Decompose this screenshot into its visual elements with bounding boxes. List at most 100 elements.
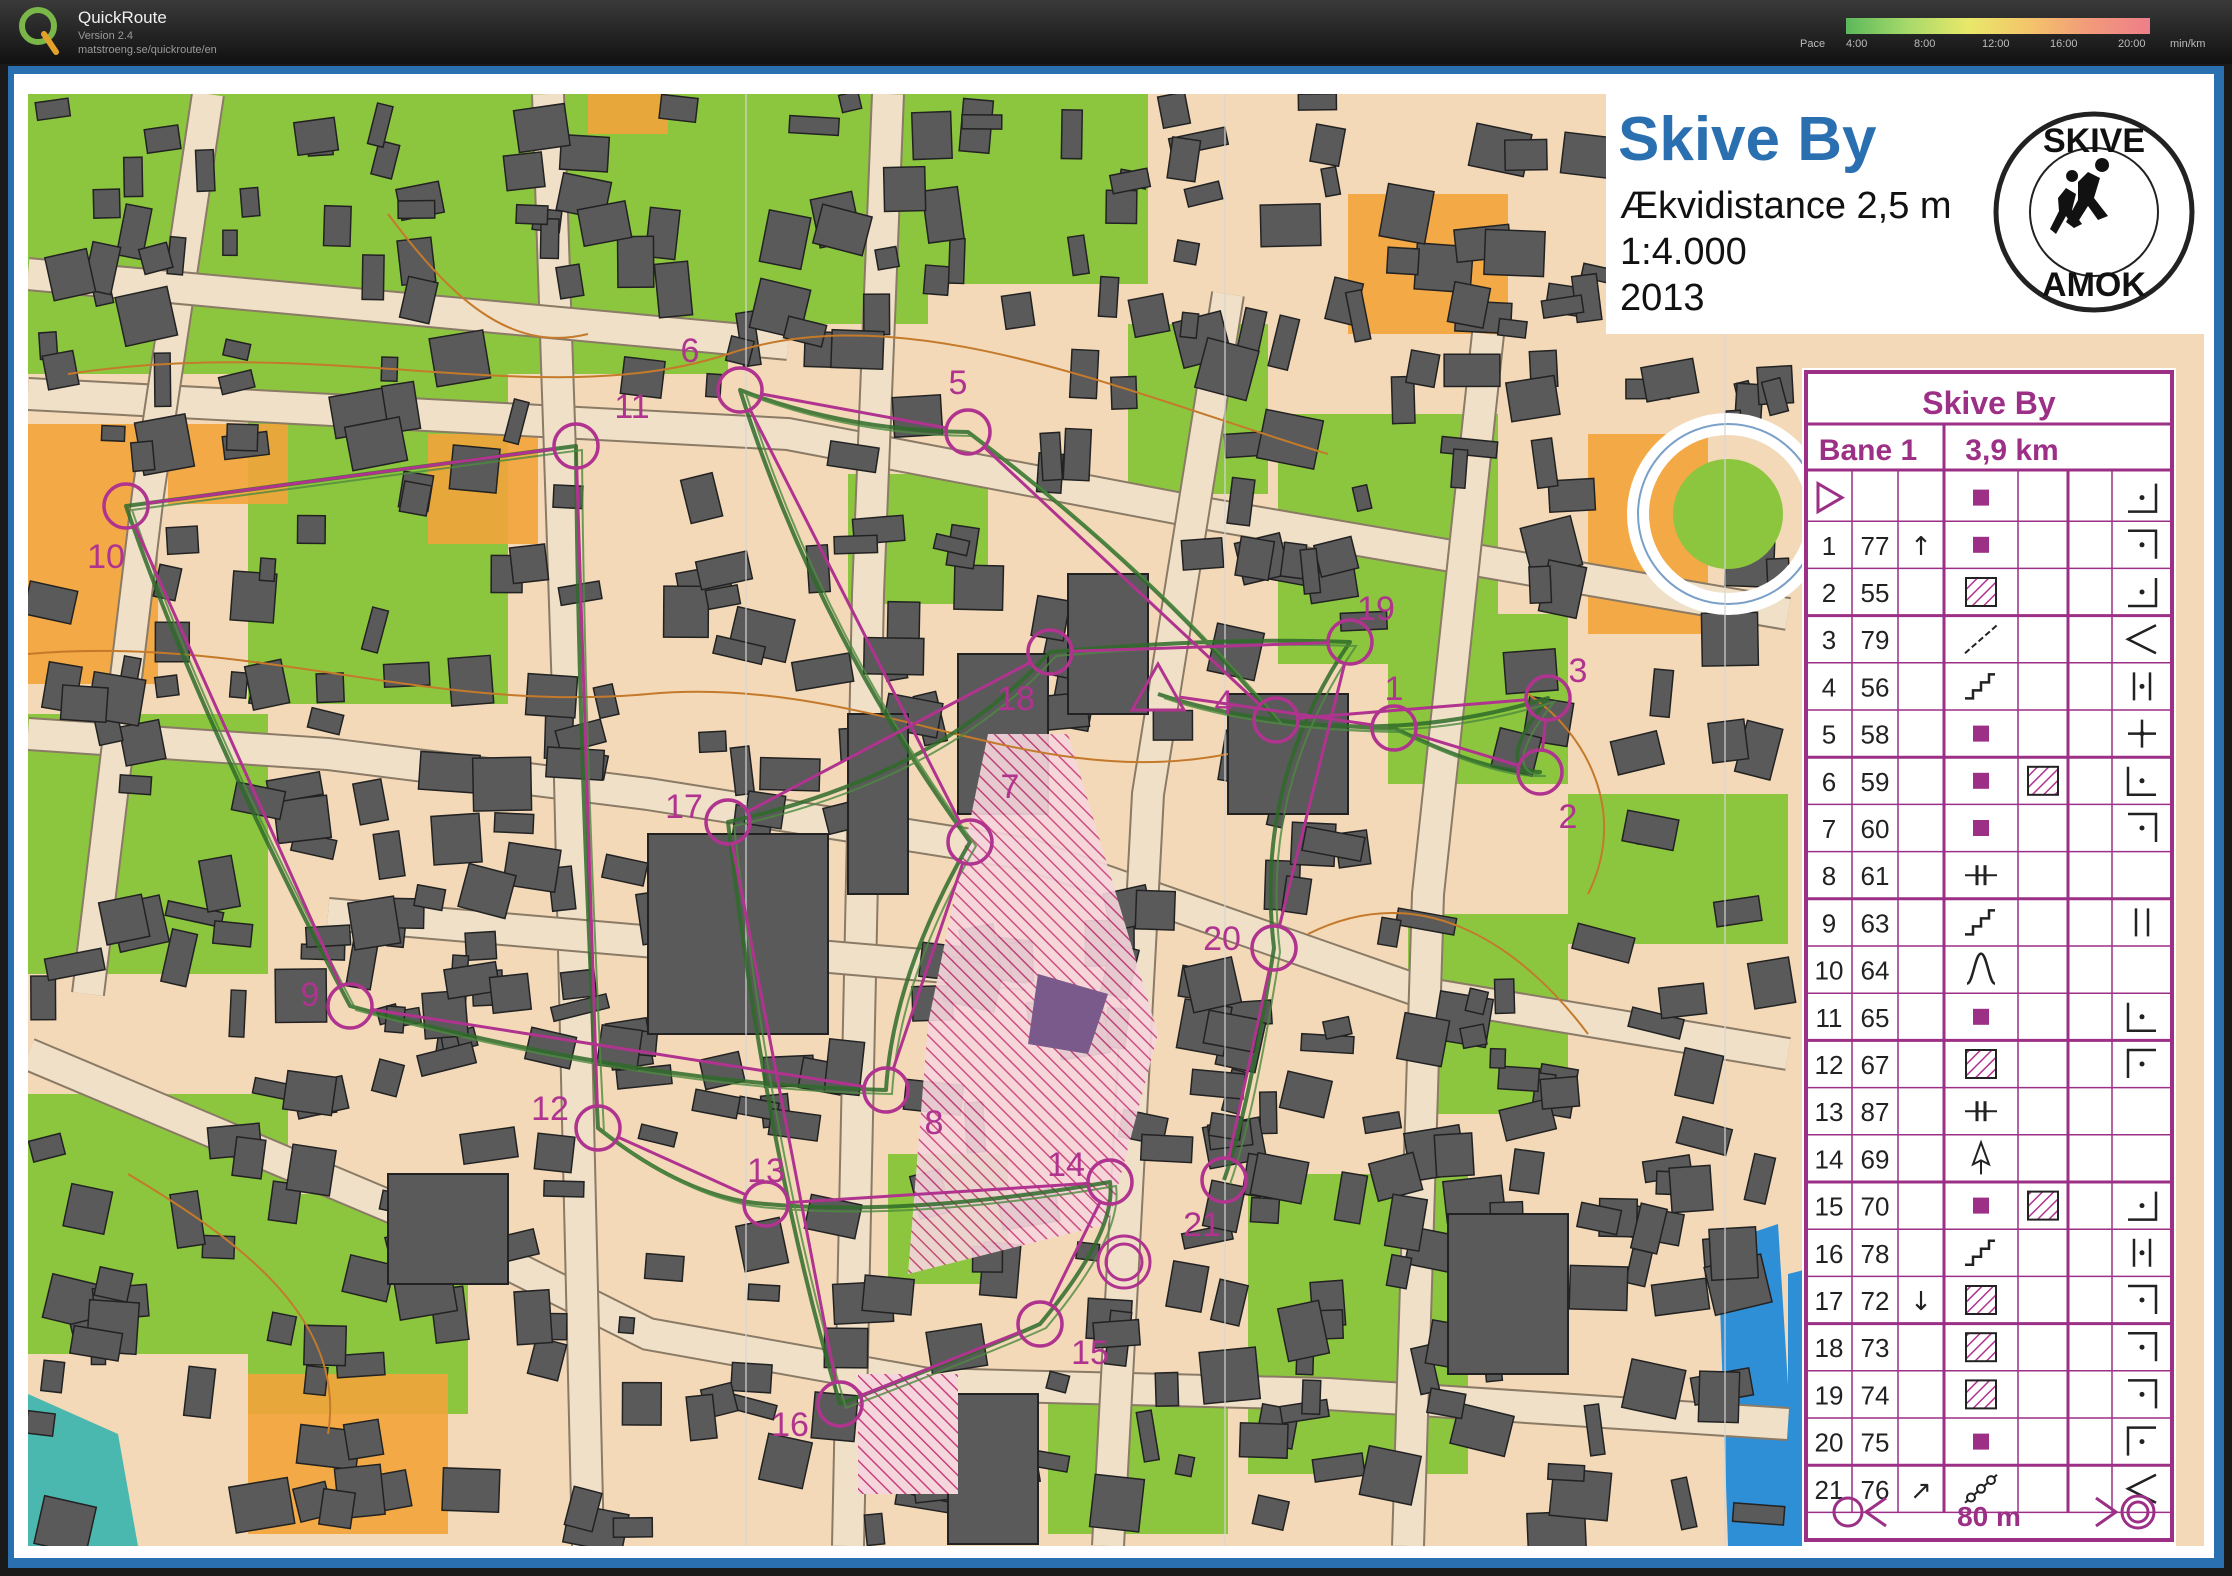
map-scale: 1:4.000: [1620, 231, 1747, 273]
description-title: Skive By: [1922, 385, 2056, 421]
feature-square-icon: [1973, 1433, 1989, 1450]
row-code: 70: [1861, 1192, 1890, 1222]
row-number: 3: [1822, 625, 1836, 655]
control-number: 8: [925, 1104, 944, 1142]
app-title: QuickRoute: [78, 8, 167, 27]
row-number: 8: [1822, 861, 1836, 891]
row-code: 63: [1861, 908, 1890, 938]
control-number: 4: [1215, 684, 1234, 722]
row-number: 17: [1815, 1286, 1844, 1316]
row-code: 69: [1861, 1144, 1890, 1174]
pace-tick: 4:00: [1846, 38, 1868, 50]
row-number: 12: [1815, 1050, 1844, 1080]
feature-square-icon: [1973, 1197, 1989, 1214]
row-number: 18: [1815, 1333, 1844, 1363]
control-number: 16: [771, 1406, 809, 1444]
pace-unit: min/km: [2170, 38, 2206, 50]
description-course: Bane 1: [1819, 434, 1917, 467]
row-code: 79: [1861, 625, 1890, 655]
control-number: 7: [1001, 768, 1020, 806]
pace-label: Pace: [1800, 38, 1826, 50]
feature-square-icon: [1973, 1008, 1989, 1025]
description-length: 3,9 km: [1965, 434, 2058, 467]
control-number: 10: [87, 538, 125, 576]
pace-tick: 20:00: [2118, 38, 2146, 50]
row-code: 67: [1861, 1050, 1890, 1080]
row-number: 10: [1815, 956, 1844, 986]
pace-color-scale: [1846, 18, 2150, 34]
map-contour-interval: Ækvidistance 2,5 m: [1620, 185, 1952, 227]
feature-square-icon: [1973, 489, 1989, 506]
row-direction: ↓: [1910, 1287, 1932, 1317]
description-footer-distance: 80 m: [1957, 1501, 2021, 1532]
svg-text:SKIVE: SKIVE: [2043, 122, 2145, 160]
row-number: 15: [1815, 1192, 1844, 1222]
row-code: 56: [1861, 672, 1890, 702]
row-code: 64: [1861, 956, 1890, 986]
row-code: 72: [1861, 1286, 1890, 1316]
row-number: 1: [1822, 531, 1836, 561]
map-title: Skive By: [1618, 105, 1877, 174]
row-code: 55: [1861, 578, 1890, 608]
row-direction: ↗: [1910, 1476, 1932, 1506]
row-number: 5: [1822, 720, 1836, 750]
row-code: 58: [1861, 720, 1890, 750]
feature-square-icon: [1973, 725, 1989, 742]
row-number: 6: [1822, 767, 1836, 797]
row-number: 4: [1822, 672, 1836, 702]
orienteering-map[interactable]: 12345678910111213 1415161718192021 Skive …: [28, 94, 2204, 1546]
control-number: 6: [681, 332, 700, 370]
control-number: 18: [997, 680, 1035, 718]
pace-tick: 8:00: [1914, 38, 1936, 50]
pace-tick: 12:00: [1982, 38, 2010, 50]
feature-hatch-icon: [2027, 765, 2059, 796]
control-number: 15: [1071, 1334, 1109, 1372]
feature-hatch-icon: [2027, 1190, 2059, 1221]
row-number: 2: [1822, 578, 1836, 608]
quickroute-logo-icon: [19, 7, 59, 55]
row-code: 61: [1861, 861, 1890, 891]
feature-square-icon: [1973, 772, 1989, 789]
row-number: 19: [1815, 1380, 1844, 1410]
row-direction: ↑: [1910, 532, 1932, 562]
feature-square-icon: [1973, 820, 1989, 836]
control-number: 14: [1047, 1146, 1085, 1184]
feature-hatch-icon: [1965, 577, 1997, 607]
control-number: 11: [614, 388, 649, 426]
control-number: 21: [1183, 1206, 1221, 1244]
row-code: 78: [1861, 1239, 1890, 1269]
app-header: QuickRoute Version 2.4 matstroeng.se/qui…: [0, 0, 2232, 64]
club-logo: SKIVE AMOK: [1993, 111, 2195, 313]
row-number: 11: [1816, 1003, 1843, 1033]
row-code: 65: [1861, 1003, 1890, 1033]
feature-hatch-icon: [1965, 1332, 1997, 1363]
feature-hatch-icon: [1965, 1379, 1997, 1410]
control-number: 19: [1357, 590, 1395, 628]
row-code: 77: [1861, 531, 1890, 561]
map-title-box: Skive By Ækvidistance 2,5 m 1:4.000 2013…: [1606, 94, 2204, 334]
row-number: 20: [1815, 1428, 1844, 1458]
row-code: 87: [1861, 1097, 1890, 1127]
feature-hatch-icon: [1965, 1049, 1997, 1079]
app-url: matstroeng.se/quickroute/en: [78, 44, 217, 56]
control-number: 3: [1569, 652, 1588, 690]
svg-text:AMOK: AMOK: [2042, 266, 2146, 304]
feature-hatch-icon: [1965, 1285, 1997, 1315]
control-number: 12: [531, 1090, 569, 1128]
map-year: 2013: [1620, 277, 1705, 319]
control-number: 9: [301, 976, 320, 1014]
control-number: 5: [949, 364, 968, 402]
app-version: Version 2.4: [78, 30, 134, 42]
row-number: 9: [1822, 908, 1836, 938]
pace-tick: 16:00: [2050, 38, 2078, 50]
row-code: 73: [1861, 1333, 1890, 1363]
row-code: 59: [1861, 767, 1890, 797]
row-code: 60: [1861, 814, 1890, 844]
control-number: 1: [1385, 670, 1404, 708]
control-number: 17: [665, 788, 703, 826]
feature-square-icon: [1973, 536, 1989, 553]
row-code: 74: [1861, 1380, 1890, 1410]
row-number: 14: [1815, 1144, 1844, 1174]
row-number: 7: [1822, 814, 1836, 844]
control-number: 2: [1559, 798, 1578, 836]
